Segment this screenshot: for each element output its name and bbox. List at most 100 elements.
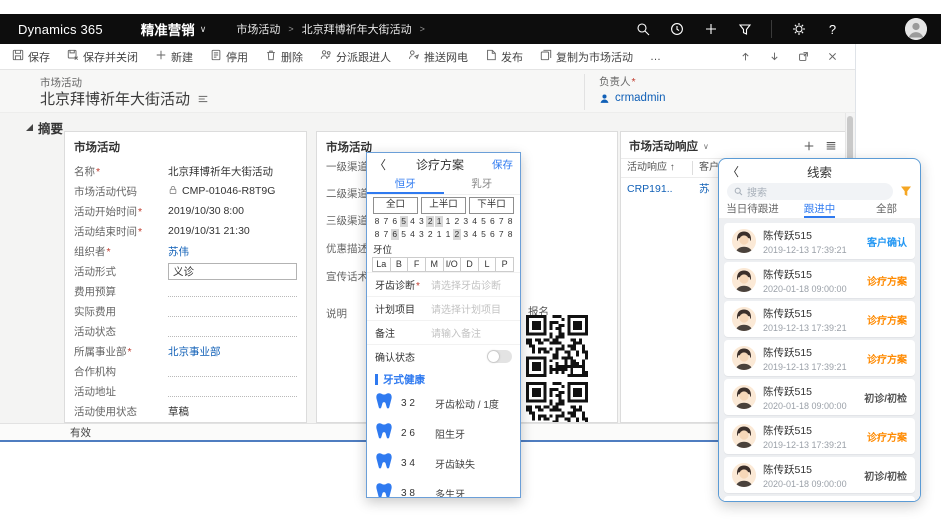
leads-tab[interactable]: 全部 — [853, 202, 920, 218]
delete-button[interactable]: 删除 — [265, 49, 303, 65]
tooth-number-cell[interactable]: 1 — [444, 216, 452, 227]
back-chevron-icon[interactable]: 〈 — [727, 163, 741, 180]
plan-save-button[interactable]: 保存 — [492, 157, 513, 172]
copy-as-campaign-button[interactable]: 复制为市场活动 — [540, 49, 633, 65]
user-avatar[interactable] — [905, 18, 927, 40]
save-button[interactable]: 保存 — [12, 49, 50, 65]
dental-health-item[interactable]: 3 8多生牙 — [367, 478, 520, 497]
tooth-number-cell[interactable]: 3 — [462, 216, 470, 227]
previous-record-icon[interactable] — [738, 50, 752, 64]
tooth-number-cell[interactable]: 5 — [400, 216, 408, 227]
tooth-number-cell[interactable]: 6 — [488, 216, 496, 227]
push-netcall-button[interactable]: 推送网电 — [408, 49, 468, 65]
filter-icon[interactable] — [737, 22, 752, 37]
tooth-number-cell[interactable]: 1 — [435, 216, 443, 227]
grid-view-icon[interactable] — [825, 140, 837, 152]
help-icon[interactable]: ? — [825, 22, 840, 37]
field-value-link[interactable]: 北京事业部 — [168, 344, 297, 359]
dental-health-item[interactable]: 3 2牙齿松动 / 1度 — [367, 388, 520, 418]
tooth-number-cell[interactable]: 8 — [373, 229, 381, 240]
tooth-number-cell[interactable]: 1 — [444, 229, 452, 240]
tooth-number-cell[interactable]: 3 — [417, 216, 425, 227]
mouth-region-button[interactable]: 上半口 — [421, 197, 466, 214]
tooth-surface-cell[interactable]: I/O — [443, 257, 462, 272]
back-chevron-icon[interactable]: 〈 — [374, 156, 388, 173]
empty-field-value[interactable] — [168, 385, 297, 397]
tooth-number-cell[interactable]: 8 — [373, 216, 381, 227]
tooth-number-cell[interactable]: 3 — [417, 229, 425, 240]
tooth-number-cell[interactable]: 7 — [497, 216, 505, 227]
dynamics365-home-link[interactable]: Dynamics 365 — [18, 22, 103, 37]
filter-funnel-icon[interactable] — [900, 185, 912, 197]
assign-follower-button[interactable]: 分派跟进人 — [320, 49, 391, 65]
tooth-number-cell[interactable]: 5 — [400, 229, 408, 240]
tooth-number-cell[interactable]: 6 — [391, 216, 399, 227]
lead-list-item[interactable]: 陈传跃5152019-12-13 17:39:21客户确认 — [724, 223, 915, 259]
search-icon[interactable] — [635, 22, 650, 37]
response-number-link[interactable]: CRP191.. — [621, 183, 693, 195]
field-input[interactable]: 义诊 — [168, 263, 297, 280]
tab-active[interactable]: 恒牙 — [367, 176, 444, 194]
lead-list-item[interactable]: 陈传跃5152019-12-13 17:39:21诊疗方案 — [724, 301, 915, 337]
empty-field-value[interactable] — [168, 285, 297, 297]
breadcrumb-record[interactable]: 北京拜博祈年大街活动 — [302, 21, 412, 37]
tooth-number-cell[interactable]: 6 — [488, 229, 496, 240]
plan-field-row[interactable]: 备注请输入备注 — [367, 320, 520, 344]
tooth-number-cell[interactable]: 7 — [497, 229, 505, 240]
tooth-number-cell[interactable]: 2 — [426, 229, 434, 240]
close-icon[interactable] — [825, 50, 839, 64]
quick-create-icon[interactable] — [703, 22, 718, 37]
empty-field-value[interactable] — [168, 305, 297, 317]
leads-tab[interactable]: 当日待跟进 — [719, 202, 786, 218]
chevron-down-icon[interactable]: ∨ — [703, 142, 709, 151]
tooth-surface-cell[interactable]: L — [478, 257, 497, 272]
tooth-number-cell[interactable]: 5 — [480, 216, 488, 227]
tooth-number-cell[interactable]: 6 — [391, 229, 399, 240]
breadcrumb-campaigns[interactable]: 市场活动 — [236, 21, 280, 37]
tab-inactive[interactable]: 乳牙 — [444, 176, 521, 194]
search-input[interactable]: 搜索 — [727, 183, 893, 200]
tooth-number-cell[interactable]: 5 — [480, 229, 488, 240]
form-selector-icon[interactable] — [197, 93, 209, 105]
empty-field-value[interactable] — [168, 365, 297, 377]
grid-title[interactable]: 市场活动响应 — [629, 138, 698, 154]
tooth-surface-cell[interactable]: B — [390, 257, 409, 272]
more-button[interactable]: … — [650, 51, 661, 63]
tooth-number-cell[interactable]: 4 — [409, 216, 417, 227]
save-close-button[interactable]: 保存并关闭 — [67, 49, 138, 65]
tooth-number-cell[interactable]: 4 — [471, 229, 479, 240]
lead-list-item[interactable]: 陈传跃5152020-01-18 09:00:00初诊/初检 — [724, 457, 915, 493]
app-switcher[interactable]: 精准营销 — [141, 19, 195, 39]
plan-field-row[interactable]: 牙齿诊断*请选择牙齿诊断 — [367, 272, 520, 296]
tooth-surface-cell[interactable]: La — [372, 257, 391, 272]
deactivate-button[interactable]: 停用 — [210, 49, 248, 65]
tooth-number-cell[interactable]: 2 — [453, 216, 461, 227]
lead-list-item[interactable]: 陈传跃5152020-01-18 09:00:00诊疗方案 — [724, 262, 915, 298]
publish-button[interactable]: 发布 — [485, 49, 523, 65]
add-record-icon[interactable] — [803, 140, 815, 152]
tooth-surface-cell[interactable]: D — [460, 257, 479, 272]
mouth-region-button[interactable]: 全口 — [373, 197, 418, 214]
tooth-surface-cell[interactable]: M — [425, 257, 444, 272]
tooth-number-cell[interactable]: 1 — [435, 229, 443, 240]
new-button[interactable]: 新建 — [155, 49, 193, 65]
field-value-link[interactable]: 苏伟 — [168, 244, 297, 259]
section-summary[interactable]: 摘要 — [26, 118, 63, 137]
tooth-number-cell[interactable]: 8 — [506, 216, 514, 227]
mouth-region-button[interactable]: 下半口 — [469, 197, 514, 214]
lead-list-item[interactable]: 陈传跃5152020-01-18 09:00:00初诊/初检 — [724, 379, 915, 415]
tooth-surface-cell[interactable]: P — [495, 257, 514, 272]
leads-tab[interactable]: 跟进中 — [786, 202, 853, 218]
settings-gear-icon[interactable] — [791, 22, 806, 37]
column-header[interactable]: 活动响应 ↑ — [621, 161, 693, 175]
lead-list-item[interactable]: 陈传跃5152019-12-13 17:39:21诊疗方案 — [724, 340, 915, 376]
tooth-number-cell[interactable]: 7 — [382, 229, 390, 240]
tooth-number-cell[interactable]: 8 — [506, 229, 514, 240]
tooth-number-cell[interactable]: 2 — [453, 229, 461, 240]
tooth-number-cell[interactable]: 2 — [426, 216, 434, 227]
dental-health-item[interactable]: 3 4牙齿缺失 — [367, 448, 520, 478]
tooth-number-cell[interactable]: 3 — [462, 229, 470, 240]
lead-list-item[interactable]: 陈传跃515 — [724, 496, 915, 501]
tooth-number-cell[interactable]: 4 — [471, 216, 479, 227]
recent-items-icon[interactable] — [669, 22, 684, 37]
